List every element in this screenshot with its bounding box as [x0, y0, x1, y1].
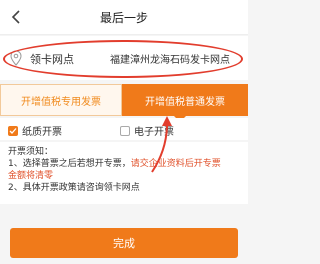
notes-line-2: 金额将清零 — [8, 171, 54, 181]
paper-invoice-label: 纸质开票 — [22, 127, 62, 138]
electronic-invoice-option[interactable]: 电子开票 — [120, 123, 174, 138]
checkbox-checked[interactable] — [8, 125, 18, 136]
checkmark-icon — [9, 127, 17, 134]
pickup-location-value[interactable]: 福建漳州龙海石码发卡网点 — [110, 51, 230, 66]
page-title: 最后一步 — [99, 11, 148, 25]
header-bar: 最后一步 — [0, 0, 248, 35]
invoice-notes: 开票须知： 1、选择普票之后若想开专票，请交企业资料后开专票 金额将清零 2、具… — [0, 142, 248, 204]
invoice-type-tabs: 开增值税专用发票 开增值税普通发票 — [0, 84, 248, 122]
invoice-format-options: 纸质开票 电子开票 — [0, 118, 248, 140]
location-pin-icon — [10, 50, 22, 66]
tab-ordinary-invoice[interactable]: 开增值税普通发票 — [122, 84, 248, 122]
checkbox-unchecked[interactable] — [120, 125, 130, 136]
notes-line-1-highlight: 请交企业资料后开专票 — [130, 159, 221, 169]
notes-line-1: 1、选择普票之后若想开专票，请交企业资料后开专票 — [8, 158, 221, 170]
pickup-label: 领卡网点 — [30, 53, 74, 66]
tab-special-invoice[interactable]: 开增值税专用发票 — [0, 84, 122, 116]
pickup-location-row[interactable]: 领卡网点 福建漳州龙海石码发卡网点 — [0, 36, 248, 80]
complete-button[interactable]: 完成 — [10, 228, 238, 258]
notes-heading: 开票须知： — [8, 147, 54, 157]
notes-line-3: 2、具体开票政策请咨询领卡网点 — [8, 183, 140, 193]
electronic-invoice-label: 电子开票 — [134, 127, 174, 138]
paper-invoice-option[interactable]: 纸质开票 — [8, 123, 62, 138]
notes-line-1-prefix: 1、选择普票之后若想开专票， — [8, 159, 131, 169]
